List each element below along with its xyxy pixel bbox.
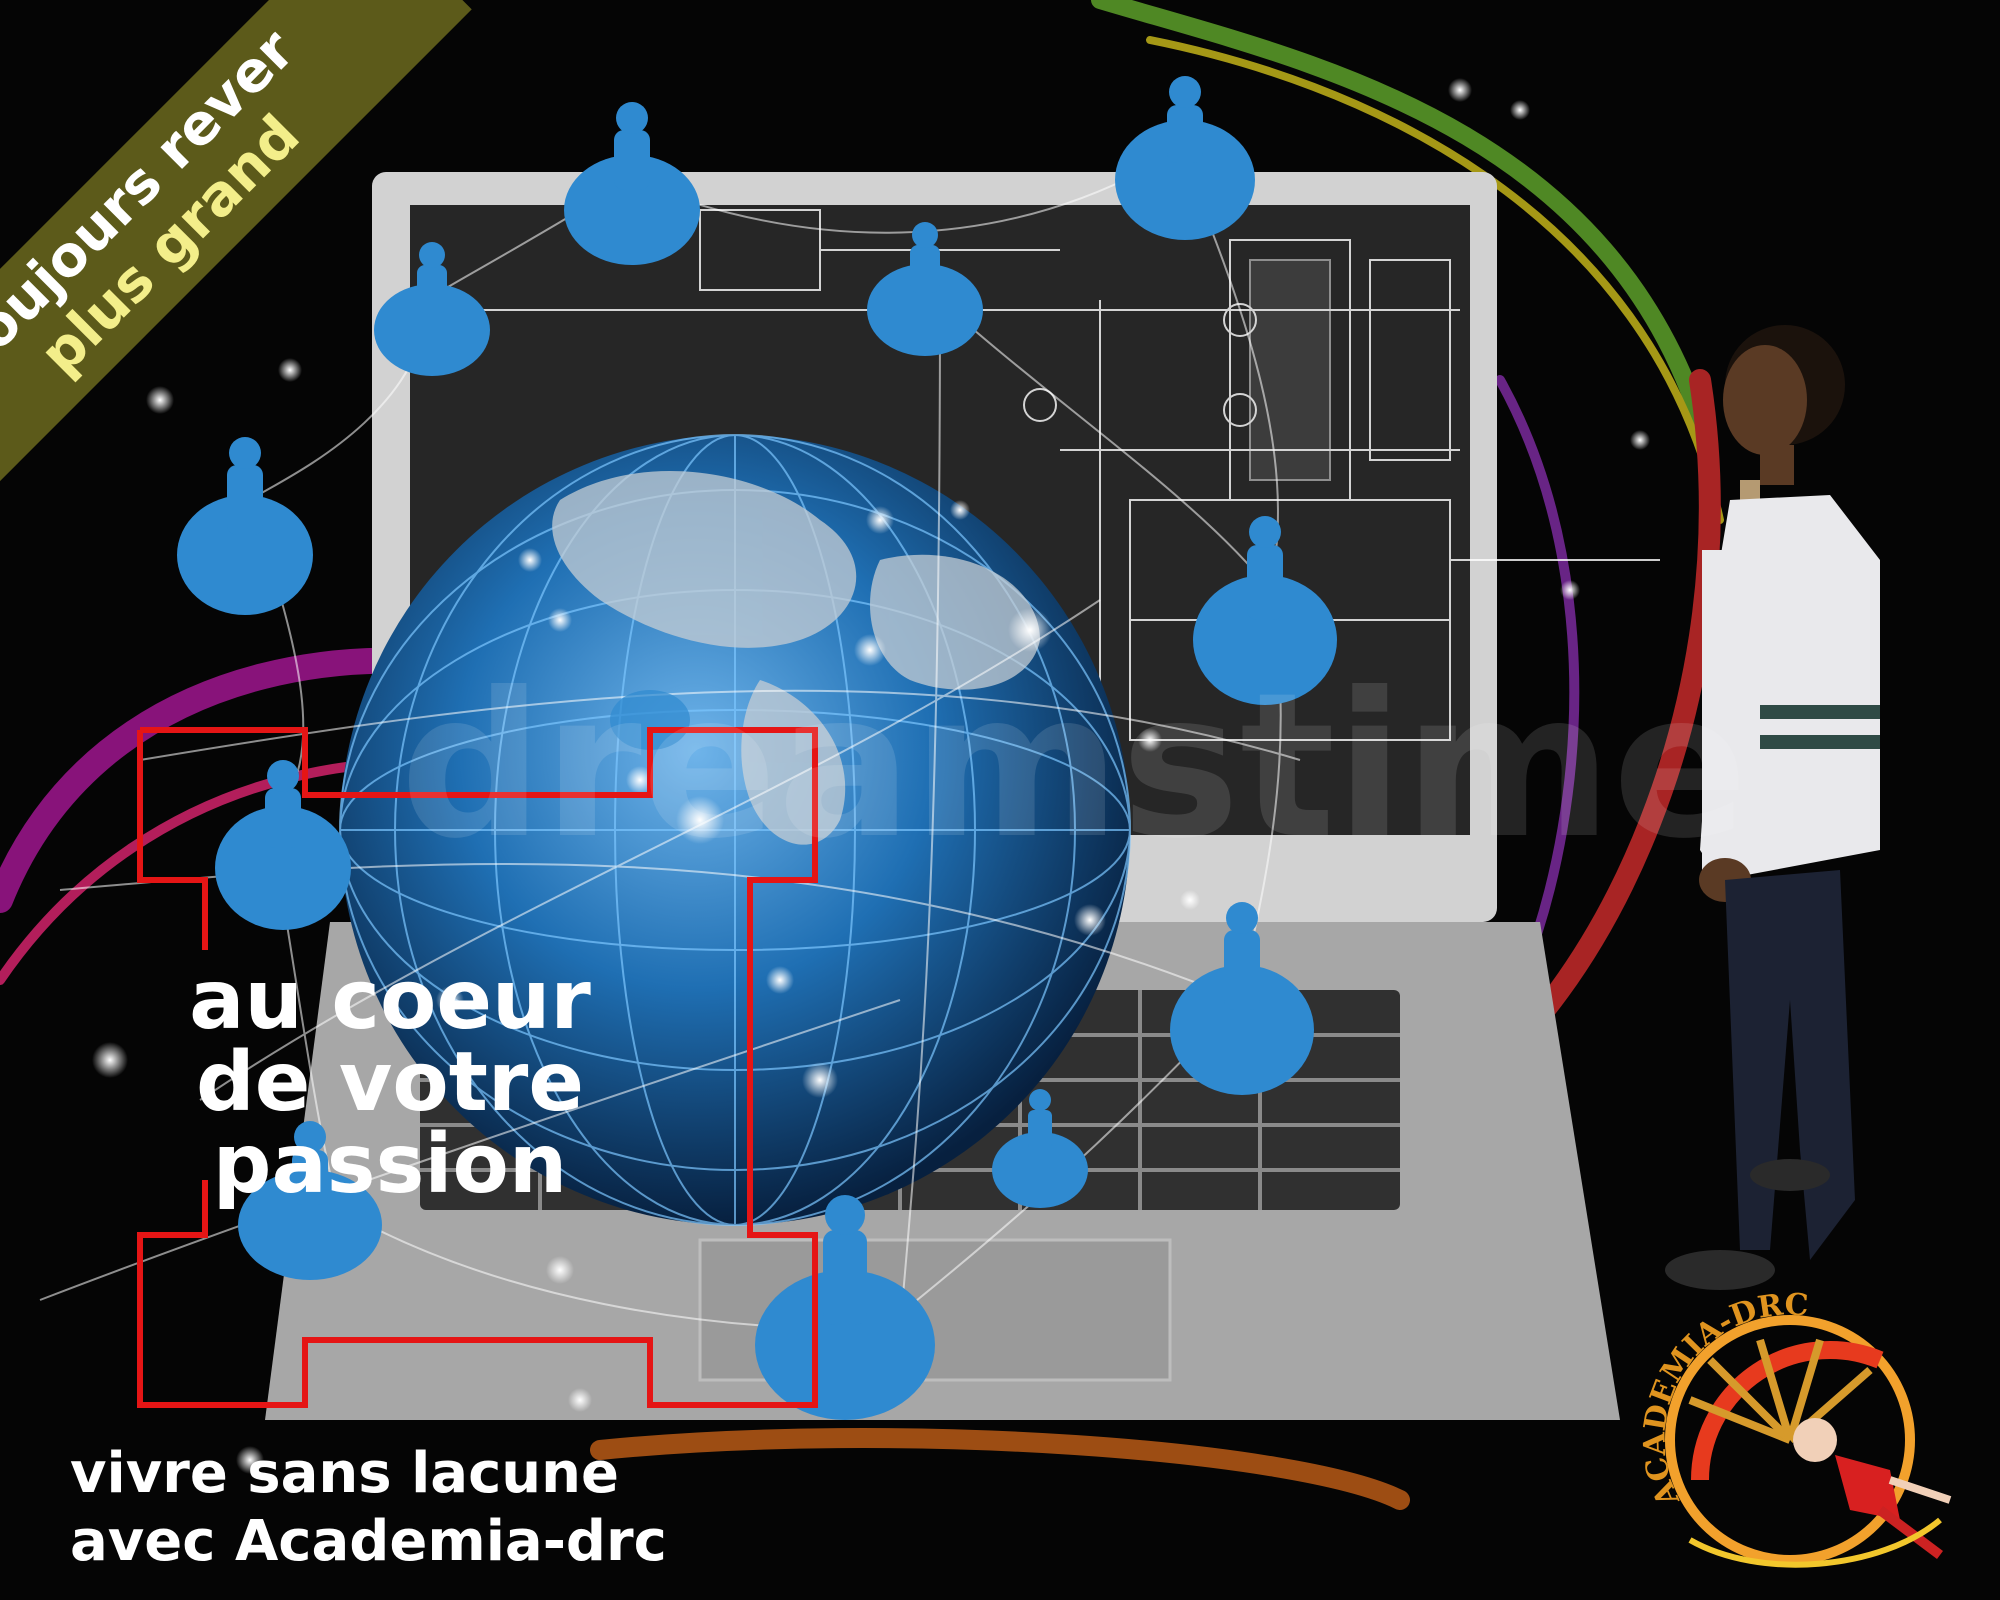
logo-text-layer: ACADEMIA-DRC (1637, 1287, 1809, 1512)
poster: dreamstime toujours rever plus grand au … (0, 0, 2000, 1600)
logo-text: ACADEMIA-DRC (1637, 1287, 1809, 1512)
